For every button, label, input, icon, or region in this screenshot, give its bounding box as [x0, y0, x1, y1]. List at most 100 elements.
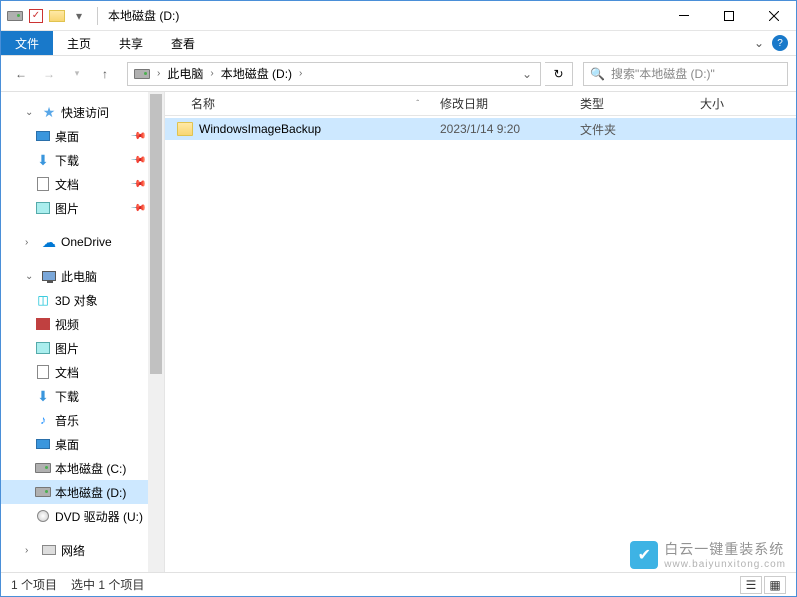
search-icon: 🔍	[590, 67, 605, 81]
search-input[interactable]: 🔍 搜索"本地磁盘 (D:)"	[583, 62, 788, 86]
chevron-right-icon[interactable]: ›	[296, 68, 305, 79]
address-bar[interactable]: › 此电脑 › 本地磁盘 (D:) › ⌄	[127, 62, 541, 86]
search-placeholder: 搜索"本地磁盘 (D:)"	[611, 65, 715, 82]
picture-icon	[35, 200, 51, 216]
column-headers: 名称 ˆ 修改日期 类型 大小	[165, 92, 796, 116]
ribbon-right: ⌄ ?	[754, 31, 796, 55]
navbar: ← → ▾ ↑ › 此电脑 › 本地磁盘 (D:) › ⌄ ↻ 🔍 搜索"本地磁…	[1, 56, 796, 92]
drive-icon	[35, 460, 51, 476]
breadcrumb-pc[interactable]: 此电脑	[163, 65, 207, 82]
chevron-right-icon[interactable]: ›	[207, 68, 216, 79]
column-header-size[interactable]: 大小	[690, 95, 770, 112]
breadcrumb-root[interactable]	[130, 69, 154, 79]
video-icon	[35, 316, 51, 332]
watermark-url: www.baiyunxitong.com	[664, 559, 786, 570]
drive-icon	[35, 484, 51, 500]
monitor-icon	[41, 268, 57, 284]
file-list[interactable]: WindowsImageBackup 2023/1/14 9:20 文件夹	[165, 116, 796, 572]
sort-indicator-icon: ˆ	[416, 99, 419, 108]
status-item-count: 1 个项目	[11, 576, 57, 593]
sidebar-item-downloads[interactable]: ⬇下载📌	[1, 148, 164, 172]
sidebar-item-music[interactable]: ♪音乐	[1, 408, 164, 432]
drive-icon	[134, 69, 150, 79]
window-title: 本地磁盘 (D:)	[102, 7, 661, 24]
sidebar-item-dvd[interactable]: DVD 驱动器 (U:)	[1, 504, 164, 528]
expand-icon[interactable]: ›	[25, 237, 37, 248]
qat-dropdown-icon[interactable]: ▾	[71, 8, 87, 24]
desktop-icon	[35, 436, 51, 452]
sidebar-item-drive-d[interactable]: 本地磁盘 (D:)	[1, 480, 164, 504]
expand-icon[interactable]: ⌄	[25, 107, 37, 118]
sidebar-item-pictures[interactable]: 图片📌	[1, 196, 164, 220]
file-row[interactable]: WindowsImageBackup 2023/1/14 9:20 文件夹	[165, 118, 796, 140]
file-type-cell: 文件夹	[570, 121, 690, 138]
document-icon	[35, 176, 51, 192]
column-header-date[interactable]: 修改日期	[430, 95, 570, 112]
sidebar-item-documents2[interactable]: 文档	[1, 360, 164, 384]
sidebar-item-onedrive[interactable]: ›☁OneDrive	[1, 230, 164, 254]
checkbox-icon[interactable]: ✓	[29, 9, 43, 23]
pin-icon: 📌	[129, 152, 146, 169]
sidebar-item-desktop[interactable]: 桌面📌	[1, 124, 164, 148]
status-selected-count: 选中 1 个项目	[71, 576, 144, 593]
sidebar: ⌄★快速访问 桌面📌 ⬇下载📌 文档📌 图片📌 ›☁OneDrive ⌄此电脑 …	[1, 92, 165, 572]
network-icon	[41, 542, 57, 558]
sidebar-item-videos[interactable]: 视频	[1, 312, 164, 336]
sidebar-item-network[interactable]: ›网络	[1, 538, 164, 562]
quick-access-toolbar: ✓ ▾	[1, 8, 93, 24]
sidebar-item-pictures2[interactable]: 图片	[1, 336, 164, 360]
view-switcher: ☰ ▦	[740, 576, 786, 594]
view-details-button[interactable]: ☰	[740, 576, 762, 594]
ribbon-tabs: 文件 主页 共享 查看 ⌄ ?	[1, 31, 796, 56]
folder-icon	[177, 122, 193, 136]
star-icon: ★	[41, 104, 57, 120]
refresh-button[interactable]: ↻	[545, 62, 573, 86]
title-separator	[97, 7, 98, 25]
chevron-right-icon[interactable]: ›	[154, 68, 163, 79]
sidebar-scrollbar[interactable]	[148, 92, 164, 572]
sidebar-item-drive-c[interactable]: 本地磁盘 (C:)	[1, 456, 164, 480]
view-icons-button[interactable]: ▦	[764, 576, 786, 594]
titlebar: ✓ ▾ 本地磁盘 (D:)	[1, 1, 796, 31]
document-icon	[35, 364, 51, 380]
picture-icon	[35, 340, 51, 356]
sidebar-item-thispc[interactable]: ⌄此电脑	[1, 264, 164, 288]
cube-icon: ◫	[35, 292, 51, 308]
close-button[interactable]	[751, 1, 796, 31]
scrollbar-thumb[interactable]	[150, 94, 162, 374]
sidebar-item-desktop2[interactable]: 桌面	[1, 432, 164, 456]
tab-share[interactable]: 共享	[105, 31, 157, 55]
address-dropdown-icon[interactable]: ⌄	[516, 67, 538, 81]
file-date-cell: 2023/1/14 9:20	[430, 122, 570, 136]
cloud-icon: ☁	[41, 234, 57, 250]
sidebar-item-3d[interactable]: ◫3D 对象	[1, 288, 164, 312]
music-icon: ♪	[35, 412, 51, 428]
expand-icon[interactable]: ›	[25, 545, 37, 556]
tab-home[interactable]: 主页	[53, 31, 105, 55]
expand-icon[interactable]: ⌄	[25, 271, 37, 282]
window-controls	[661, 1, 796, 31]
recent-dropdown-icon[interactable]: ▾	[65, 62, 89, 86]
sidebar-item-documents[interactable]: 文档📌	[1, 172, 164, 196]
help-icon[interactable]: ?	[772, 35, 788, 51]
minimize-button[interactable]	[661, 1, 706, 31]
column-header-name[interactable]: 名称 ˆ	[165, 95, 430, 112]
forward-button[interactable]: →	[37, 62, 61, 86]
watermark-logo-icon: ✔	[630, 541, 658, 569]
maximize-button[interactable]	[706, 1, 751, 31]
watermark-brand: 白云一键重装系统	[664, 539, 786, 559]
drive-icon	[7, 8, 23, 24]
tab-view[interactable]: 查看	[157, 31, 209, 55]
dvd-icon	[35, 508, 51, 524]
column-header-type[interactable]: 类型	[570, 95, 690, 112]
back-button[interactable]: ←	[9, 62, 33, 86]
folder-icon	[49, 8, 65, 24]
file-name-cell: WindowsImageBackup	[165, 122, 430, 136]
file-name: WindowsImageBackup	[199, 122, 321, 136]
sidebar-item-quick-access[interactable]: ⌄★快速访问	[1, 100, 164, 124]
sidebar-item-downloads2[interactable]: ⬇下载	[1, 384, 164, 408]
up-button[interactable]: ↑	[93, 62, 117, 86]
tab-file[interactable]: 文件	[1, 31, 53, 55]
ribbon-expand-icon[interactable]: ⌄	[754, 36, 764, 50]
breadcrumb-drive[interactable]: 本地磁盘 (D:)	[217, 65, 296, 82]
